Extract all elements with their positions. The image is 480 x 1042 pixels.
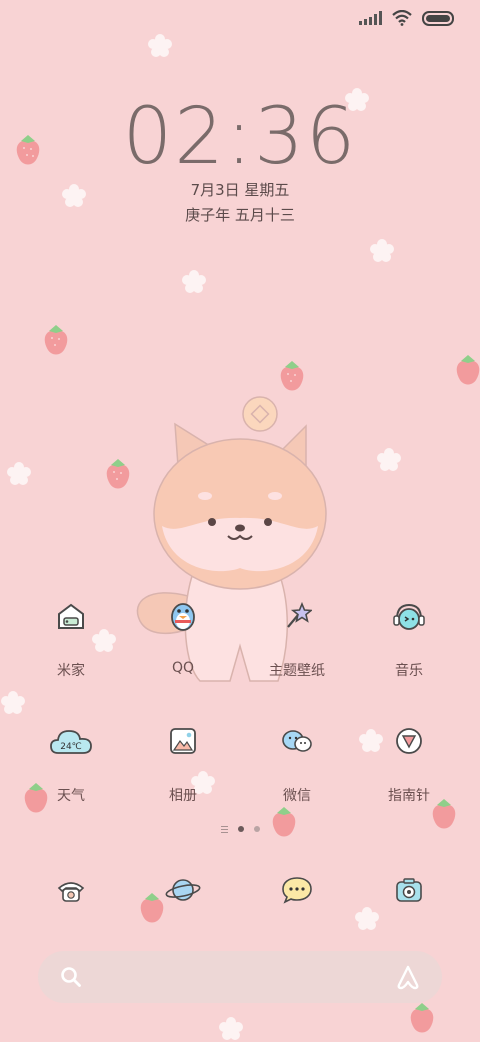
assistant-icon[interactable] — [394, 964, 422, 990]
strawberry-decoration — [280, 361, 304, 391]
search-icon[interactable] — [60, 966, 82, 988]
date-text[interactable]: 7月3日 星期五 — [0, 179, 480, 200]
flower-decoration — [377, 448, 401, 471]
search-bar[interactable] — [38, 951, 442, 1003]
app-label: 天气 — [57, 788, 85, 804]
weather-temp-text: 24℃ — [60, 742, 82, 752]
strawberry-decoration — [456, 355, 480, 385]
lunar-date-text: 庚子年 五月十三 — [185, 206, 295, 224]
phone-icon — [51, 870, 91, 910]
battery-icon — [422, 10, 454, 26]
strawberry-decoration — [44, 325, 68, 355]
app-label: QQ — [171, 660, 195, 676]
theme-wand-icon — [277, 596, 317, 636]
page-dot-active — [237, 826, 244, 833]
music-headphones-icon — [389, 596, 429, 636]
feed-page-indicator — [220, 824, 228, 835]
wifi-icon — [392, 10, 412, 26]
page-indicator[interactable] — [0, 824, 480, 835]
status-bar — [359, 10, 454, 26]
app-theme-wallpaper[interactable]: 主题壁纸 — [242, 596, 352, 680]
app-label: 微信 — [283, 788, 311, 804]
page-dot — [253, 826, 260, 833]
app-qq[interactable]: QQ — [128, 596, 238, 676]
app-compass[interactable]: 指南针 — [354, 721, 464, 805]
flower-decoration — [370, 239, 394, 262]
strawberry-decoration — [272, 807, 296, 837]
messages-icon — [277, 870, 317, 910]
browser-planet-icon — [163, 870, 203, 910]
dock-browser[interactable] — [128, 870, 238, 910]
gallery-icon — [163, 721, 203, 761]
app-label: 音乐 — [395, 663, 423, 679]
app-wechat[interactable]: 微信 — [242, 721, 352, 805]
flower-decoration — [1, 691, 25, 714]
camera-icon — [389, 870, 429, 910]
lockscreen-clock[interactable]: 02:36 — [0, 92, 480, 182]
flower-decoration — [148, 34, 172, 57]
app-label: 指南针 — [388, 788, 430, 804]
app-gallery[interactable]: 相册 — [128, 721, 238, 805]
flower-decoration — [7, 462, 31, 485]
wechat-bubbles-icon — [277, 721, 317, 761]
flower-decoration — [182, 270, 206, 293]
strawberry-decoration — [410, 1003, 434, 1033]
weather-cloud-icon: 24℃ — [49, 721, 93, 761]
qq-penguin-icon — [163, 596, 203, 636]
app-weather[interactable]: 24℃ 天气 — [16, 721, 126, 805]
app-label: 主题壁纸 — [269, 663, 325, 679]
app-mijia[interactable]: 米家 — [16, 596, 126, 680]
app-music[interactable]: 音乐 — [354, 596, 464, 680]
app-label: 相册 — [169, 788, 197, 804]
mijia-house-icon — [51, 596, 91, 636]
dock-messages[interactable] — [242, 870, 352, 910]
flower-decoration — [219, 1017, 243, 1040]
dock-phone[interactable] — [16, 870, 126, 910]
compass-icon — [389, 721, 429, 761]
signal-icon — [359, 11, 382, 25]
dock-camera[interactable] — [354, 870, 464, 910]
app-label: 米家 — [57, 663, 85, 679]
